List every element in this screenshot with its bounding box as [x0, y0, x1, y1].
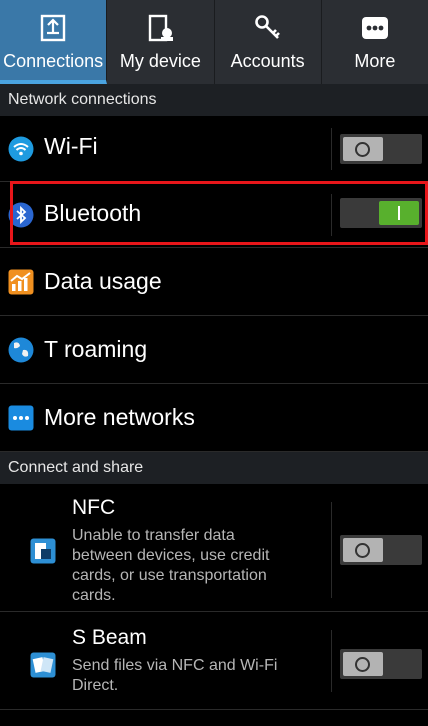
nfc-toggle[interactable]	[340, 535, 422, 565]
nfc-description-line: between devices, use credit	[72, 547, 270, 564]
globe-icon	[8, 337, 34, 363]
divider	[331, 194, 332, 236]
more-icon	[358, 11, 392, 45]
nfc-label: NFC	[72, 496, 116, 519]
list-item-data-usage[interactable]: Data usage	[0, 248, 428, 316]
t-roaming-label: T roaming	[44, 336, 148, 362]
wifi-label: Wi-Fi	[44, 133, 98, 159]
nfc-description-line: cards.	[72, 587, 116, 604]
divider	[331, 502, 332, 598]
list-item-t-roaming[interactable]: T roaming	[0, 316, 428, 384]
tab-label: More	[354, 51, 396, 71]
list-item-s-beam[interactable]: S Beam Send files via NFC and Wi-Fi Dire…	[0, 612, 428, 710]
tab-label: Accounts	[230, 51, 305, 71]
s-beam-toggle[interactable]	[340, 649, 422, 679]
accounts-key-icon	[251, 11, 285, 45]
wifi-toggle[interactable]	[340, 134, 422, 164]
nfc-description-line: Unable to transfer data	[72, 527, 235, 544]
connections-icon	[36, 11, 70, 45]
s-beam-icon	[30, 652, 56, 678]
s-beam-description-line: Send files via NFC and Wi-Fi	[72, 657, 278, 674]
more-networks-icon	[8, 405, 34, 431]
tab-label: My device	[119, 51, 201, 71]
tab-label: Connections	[3, 51, 104, 71]
bluetooth-label: Bluetooth	[44, 200, 142, 226]
divider	[331, 630, 332, 692]
more-networks-label: More networks	[44, 404, 195, 430]
divider	[331, 128, 332, 170]
tab-my-device[interactable]: My device	[107, 0, 215, 84]
tab-more[interactable]: More	[322, 0, 428, 84]
bluetooth-toggle[interactable]	[340, 198, 422, 228]
tab-bar: Connections My device Accounts More	[0, 0, 428, 84]
section-network-connections: Network connections	[0, 84, 428, 116]
wifi-icon	[8, 136, 34, 162]
list-item-bluetooth[interactable]: Bluetooth	[0, 182, 428, 248]
tab-accounts[interactable]: Accounts	[215, 0, 322, 84]
bluetooth-icon	[8, 202, 34, 228]
list-item-wifi[interactable]: Wi-Fi	[0, 116, 428, 182]
section-connect-and-share: Connect and share	[0, 452, 428, 484]
s-beam-description-line: Direct.	[72, 677, 119, 694]
list-item-nfc[interactable]: NFC Unable to transfer data between devi…	[0, 484, 428, 612]
data-usage-label: Data usage	[44, 268, 162, 294]
tab-connections[interactable]: Connections	[0, 0, 108, 84]
list-item-more-networks[interactable]: More networks	[0, 384, 428, 452]
s-beam-label: S Beam	[72, 626, 147, 649]
nfc-description-line: cards, or use transportation	[72, 567, 267, 584]
data-usage-icon	[8, 269, 34, 295]
my-device-icon	[143, 11, 177, 45]
nfc-icon	[30, 538, 56, 564]
